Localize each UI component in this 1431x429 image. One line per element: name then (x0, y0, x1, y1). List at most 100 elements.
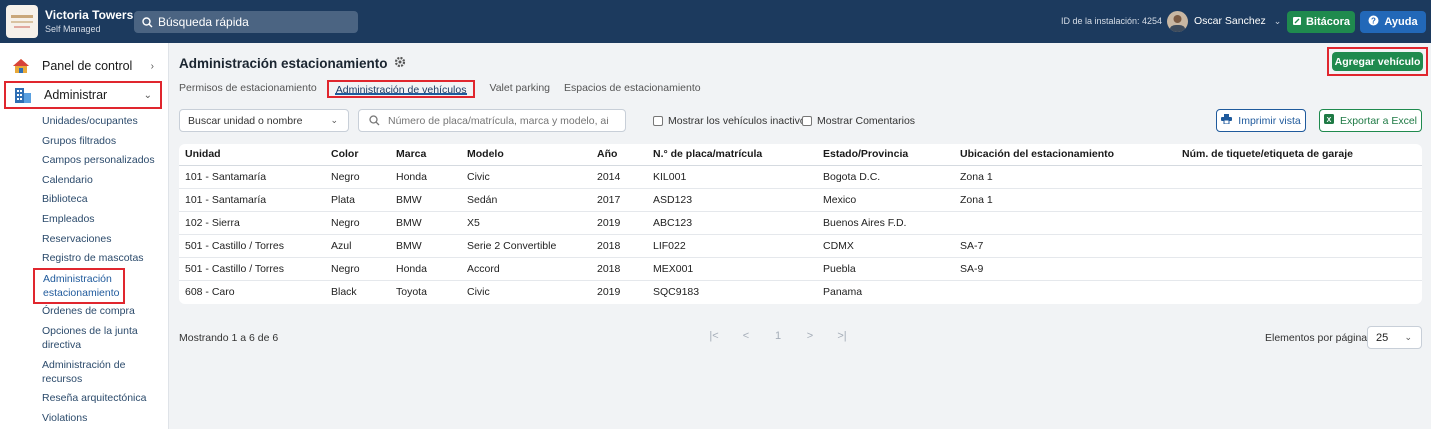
column-header[interactable]: Núm. de tiquete/etiqueta de garaje (1176, 144, 1422, 166)
help-label: Ayuda (1384, 16, 1418, 28)
table-row[interactable]: 608 - Caro Black Toyota Civic 2019 SQC91… (179, 280, 1422, 303)
export-excel-button[interactable]: X Exportar a Excel (1319, 109, 1422, 132)
last-page-button[interactable]: >| (826, 330, 858, 342)
table-cell: Sedán (461, 188, 591, 212)
installation-id: ID de la instalación: 4254 (1061, 16, 1163, 26)
app-brand: Victoria Towers Self Managed (45, 8, 133, 36)
sidebar-link-pets[interactable]: Registro de mascotas (42, 251, 144, 265)
table-row[interactable]: 101 - Santamaría Negro Honda Civic 2014 … (179, 165, 1422, 189)
sidebar-link-board-options[interactable]: Opciones de la junta directiva (42, 324, 138, 352)
sidebar-link-resources[interactable]: Administración de recursos (42, 358, 125, 386)
table-row[interactable]: 101 - Santamaría Plata BMW Sedán 2017 AS… (179, 188, 1422, 212)
column-header[interactable]: Marca (390, 144, 461, 166)
excel-icon: X (1323, 114, 1334, 127)
show-inactive-checkbox[interactable]: Mostrar los vehículos inactivos (653, 115, 811, 127)
sidebar-link-library[interactable]: Biblioteca (42, 192, 88, 206)
help-button[interactable]: ? Ayuda (1360, 11, 1426, 33)
home-icon (12, 58, 32, 74)
column-header[interactable]: Color (325, 144, 390, 166)
table-row[interactable]: 501 - Castillo / Torres Azul BMW Serie 2… (179, 234, 1422, 258)
table-cell: 2018 (591, 257, 647, 281)
chevron-right-icon: › (150, 60, 154, 72)
table-cell (1176, 257, 1422, 281)
sidebar-link-purchase-orders[interactable]: Órdenes de compra (42, 304, 135, 318)
column-header[interactable]: Ubicación del estacionamiento (954, 144, 1176, 166)
column-header[interactable]: Estado/Provincia (817, 144, 954, 166)
avatar[interactable] (1167, 11, 1188, 32)
column-header[interactable]: Modelo (461, 144, 591, 166)
help-icon: ? (1368, 15, 1379, 29)
sidebar-link-custom-fields[interactable]: Campos personalizados (42, 153, 155, 167)
table-cell: ABC123 (647, 211, 817, 235)
sidebar-item-administrar[interactable]: Administrar ⌄ (4, 81, 162, 109)
tab-valet-parking[interactable]: Valet parking (489, 80, 550, 98)
table-cell (954, 211, 1176, 235)
app-logo[interactable] (6, 5, 38, 38)
sidebar-item-dashboard[interactable]: Panel de control › (4, 52, 162, 80)
bitacora-button[interactable]: Bitácora (1287, 11, 1355, 33)
table-cell: Serie 2 Convertible (461, 234, 591, 258)
table-cell (1176, 165, 1422, 189)
checkbox-box[interactable] (802, 116, 812, 126)
unit-filter-select[interactable]: Buscar unidad o nombre ⌄ (179, 109, 349, 132)
edit-icon (1292, 16, 1302, 29)
sidebar-link-employees[interactable]: Empleados (42, 212, 95, 226)
table-cell: SQC9183 (653, 285, 700, 298)
chevron-down-icon: ⌄ (1404, 332, 1412, 342)
chevron-down-icon: ⌄ (1273, 15, 1282, 26)
quick-search-input[interactable]: Búsqueda rápida (134, 11, 358, 33)
plate-search-field[interactable] (358, 109, 626, 132)
table-cell: 501 - Castillo / Torres (179, 234, 325, 258)
first-page-button[interactable]: |< (698, 330, 730, 342)
sidebar-link-units[interactable]: Unidades/ocupantes (42, 114, 138, 128)
checkbox-box[interactable] (653, 116, 663, 126)
printer-icon (1221, 114, 1233, 127)
pagination: |< < 1 > >| (698, 330, 858, 342)
column-header[interactable]: Año (591, 144, 647, 166)
table-cell: Plata (325, 188, 390, 212)
table-cell: Puebla (817, 257, 954, 281)
current-page[interactable]: 1 (762, 330, 794, 342)
table-cell: SA-9 (954, 257, 1176, 281)
table-cell: Buenos Aires F.D. (817, 211, 954, 235)
gear-icon[interactable] (394, 56, 406, 71)
unit-filter-value: Buscar unidad o nombre (188, 114, 303, 127)
show-comments-label: Mostrar Comentarios (817, 115, 916, 127)
table-row[interactable]: 102 - Sierra Negro BMW X5 2019 ABC123 Bu… (179, 211, 1422, 235)
sidebar-link-label: Administración (43, 273, 112, 285)
show-comments-checkbox[interactable]: Mostrar Comentarios (802, 115, 915, 127)
sidebar-link-parking-admin[interactable]: Administración estacionamiento (33, 268, 125, 304)
tab-parking-spaces[interactable]: Espacios de estacionamiento (564, 80, 701, 98)
prev-page-button[interactable]: < (730, 330, 762, 342)
table-cell: 101 - Santamaría (179, 188, 325, 212)
table-cell: 2014 (591, 165, 647, 189)
print-view-button[interactable]: Imprimir vista (1216, 109, 1306, 132)
tab-parking-permits[interactable]: Permisos de estacionamiento (179, 80, 317, 98)
table-cell: Toyota (396, 285, 427, 298)
table-cell: Honda (390, 257, 461, 281)
table-cell: BMW (390, 188, 461, 212)
table-row[interactable]: 501 - Castillo / Torres Negro Honda Acco… (179, 257, 1422, 281)
sidebar-link-filtered-groups[interactable]: Grupos filtrados (42, 134, 116, 148)
sidebar-item-label: Panel de control (42, 59, 133, 73)
column-header[interactable]: N.° de placa/matrícula (647, 144, 817, 166)
vehicles-table: Unidad Color Marca Modelo Año N.° de pla… (179, 144, 1422, 304)
plate-search-input[interactable] (388, 114, 608, 127)
sidebar-link-calendar[interactable]: Calendario (42, 173, 93, 187)
add-vehicle-button[interactable]: Agregar vehículo (1327, 47, 1428, 76)
table-cell: Negro (325, 211, 390, 235)
tab-vehicle-admin[interactable]: Administración de vehículos (326, 80, 476, 98)
svg-text:X: X (1327, 117, 1332, 124)
sidebar-link-architectural-review[interactable]: Reseña arquitectónica (42, 391, 146, 405)
table-cell (1176, 188, 1422, 212)
table-cell: 501 - Castillo / Torres (179, 257, 325, 281)
next-page-button[interactable]: > (794, 330, 826, 342)
table-cell: Bogota D.C. (817, 165, 954, 189)
column-header[interactable]: Unidad (179, 144, 325, 166)
table-cell: 2018 (591, 234, 647, 258)
table-cell: Azul (325, 234, 390, 258)
sidebar-link-violations[interactable]: Violations (42, 411, 87, 425)
per-page-select[interactable]: 25 ⌄ (1367, 326, 1422, 349)
sidebar-link-reservations[interactable]: Reservaciones (42, 232, 111, 246)
user-menu[interactable]: Oscar Sanchez ⌄ (1194, 15, 1281, 27)
